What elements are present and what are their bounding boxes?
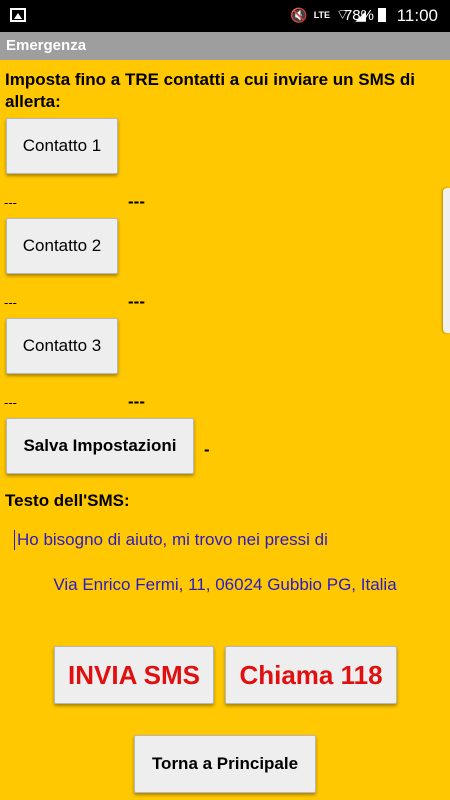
lte-label: LTE: [313, 10, 331, 20]
app-title: Emergenza: [0, 32, 450, 60]
contact-2-name: ---: [128, 292, 145, 311]
mute-icon: 🔇: [290, 6, 308, 23]
location-address: Via Enrico Fermi, 11, 06024 Gubbio PG, I…: [53, 575, 397, 594]
contact-1-number: ---: [4, 195, 17, 210]
contact-2-number: ---: [4, 295, 17, 310]
status-bar: 🔇 LTE ⌔ ◢ 78% 11:00: [0, 0, 450, 32]
contact-2-button[interactable]: Contatto 2: [6, 218, 118, 274]
clock: 11:00: [396, 6, 438, 25]
contact-1-name: ---: [128, 192, 145, 211]
instructions-text: Imposta fino a TRE contatti a cui inviar…: [5, 70, 415, 111]
send-sms-button[interactable]: INVIA SMS: [54, 646, 214, 704]
contact-1-button[interactable]: Contatto 1: [6, 118, 118, 174]
contact-3-name: ---: [128, 392, 145, 411]
sms-label: Testo dell'SMS:: [5, 491, 130, 510]
back-to-main-button[interactable]: Torna a Principale: [134, 735, 316, 793]
edge-panel-handle[interactable]: [443, 188, 450, 333]
battery-percent: 78%: [343, 7, 374, 24]
contact-3-number: ---: [4, 395, 17, 410]
save-status: -: [204, 440, 210, 459]
call-118-button[interactable]: Chiama 118: [225, 646, 397, 704]
battery-icon: [378, 8, 386, 22]
gallery-notification-icon: [10, 8, 26, 22]
contact-3-button[interactable]: Contatto 3: [6, 318, 118, 374]
sms-text-input[interactable]: Ho bisogno di aiuto, mi trovo nei pressi…: [14, 530, 328, 550]
save-settings-button[interactable]: Salva Impostazioni: [6, 418, 194, 474]
